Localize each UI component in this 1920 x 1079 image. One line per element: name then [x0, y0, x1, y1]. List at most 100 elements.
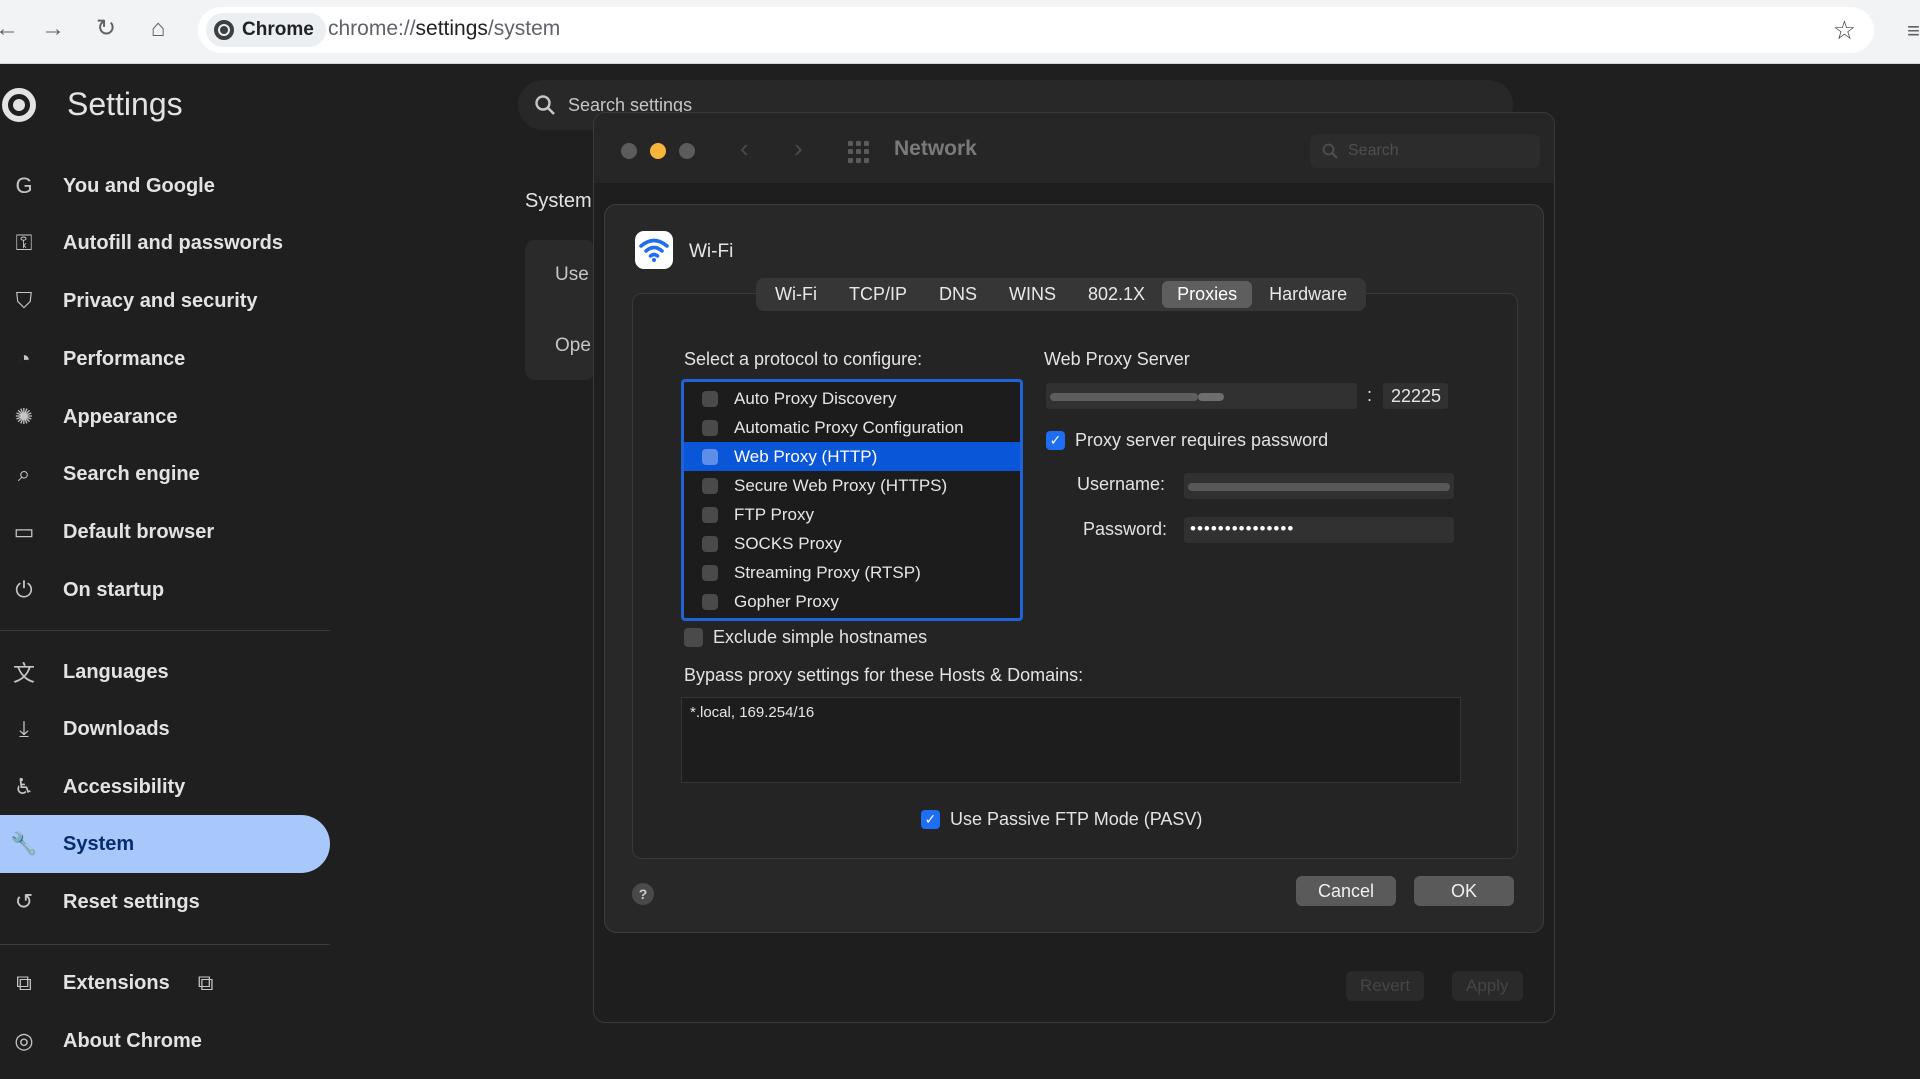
sidebar-item-languages[interactable]: 文 Languages — [0, 643, 330, 701]
protocol-label: Streaming Proxy (RTSP) — [734, 562, 921, 582]
exclude-simple-hostnames-checkbox[interactable]: Exclude simple hostnames — [684, 627, 927, 648]
url-text[interactable]: chrome://settings/system — [328, 17, 560, 41]
protocol-item[interactable]: Auto Proxy Discovery — [684, 384, 1020, 413]
card-row-1[interactable]: Ope — [555, 335, 591, 357]
sidebar-item-accessibility[interactable]: ♿ Accessibility — [0, 758, 330, 816]
password-mask: ••••••••••••••• — [1190, 519, 1295, 538]
open-in-new-icon[interactable]: ⧉ — [198, 970, 214, 996]
speedometer-icon: ◔ — [17, 346, 31, 371]
revert-button[interactable]: Revert — [1346, 971, 1425, 1001]
username-label: Username: — [1077, 474, 1166, 494]
forward-arrow-icon[interactable]: → — [38, 14, 68, 44]
protocol-checkbox[interactable] — [702, 448, 718, 465]
sidebar-item-privacy-and-security[interactable]: ⛉ Privacy and security — [0, 272, 330, 330]
tab-search-icon[interactable]: ≡ — [1907, 18, 1920, 44]
protocol-label: FTP Proxy — [734, 504, 814, 524]
protocol-checkbox[interactable] — [702, 593, 718, 610]
sidebar-item-reset-settings[interactable]: ↺ Reset settings — [0, 873, 330, 931]
redacted-server-address — [1050, 393, 1198, 401]
protocol-checkbox[interactable] — [702, 564, 718, 581]
tab-proxies[interactable]: Proxies — [1162, 281, 1253, 308]
password-field[interactable]: ••••••••••••••• — [1184, 517, 1454, 543]
home-icon[interactable]: ⌂ — [143, 14, 173, 44]
sidebar-item-downloads[interactable]: ⤓ Downloads — [0, 700, 330, 758]
protocol-checkbox[interactable] — [702, 390, 718, 407]
sidebar-item-autofill-and-passwords[interactable]: ⚿ Autofill and passwords — [0, 214, 330, 272]
cancel-button[interactable]: Cancel — [1296, 876, 1396, 906]
tab-dns[interactable]: DNS — [924, 281, 992, 308]
accessibility-icon: ♿ — [14, 774, 34, 799]
shield-icon: ⛉ — [15, 288, 33, 313]
protocol-item[interactable]: Secure Web Proxy (HTTPS) — [684, 471, 1020, 500]
google-icon: G — [15, 173, 33, 198]
sidebar-item-default-browser[interactable]: ▭ Default browser — [0, 503, 330, 561]
apply-button[interactable]: Apply — [1452, 971, 1523, 1001]
sidebar-item-you-and-google[interactable]: G You and Google — [0, 157, 330, 215]
protocol-checkbox[interactable] — [702, 506, 718, 523]
ok-button[interactable]: OK — [1414, 876, 1514, 906]
protocol-label: Gopher Proxy — [734, 591, 839, 611]
help-button[interactable]: ? — [632, 883, 654, 905]
sidebar-item-label: System — [63, 832, 135, 855]
card-row-0[interactable]: Use — [555, 264, 589, 286]
key-icon: ⚿ — [15, 230, 33, 255]
tab-tcp-ip[interactable]: TCP/IP — [834, 281, 922, 308]
back-arrow-icon[interactable]: ← — [0, 14, 22, 44]
protocol-list[interactable]: Auto Proxy Discovery Automatic Proxy Conf… — [681, 379, 1023, 621]
protocol-checkbox[interactable] — [702, 535, 718, 552]
proxy-port-field[interactable]: 22225 — [1383, 383, 1448, 409]
show-all-grid-icon[interactable] — [848, 141, 870, 163]
bypass-hosts-textarea[interactable]: *.local, 169.254/16 — [681, 697, 1461, 783]
network-search-field[interactable]: Search — [1310, 134, 1540, 168]
protocol-item[interactable]: FTP Proxy — [684, 500, 1020, 529]
protocol-item[interactable]: Gopher Proxy — [684, 587, 1020, 616]
tab-hardware[interactable]: Hardware — [1254, 281, 1362, 308]
protocol-checkbox[interactable] — [702, 477, 718, 494]
checkmark-icon: ✓ — [921, 810, 940, 829]
sidebar-item-appearance[interactable]: ✺ Appearance — [0, 388, 330, 446]
back-chevron-icon[interactable]: ‹ — [740, 133, 749, 164]
sidebar-item-label: Downloads — [63, 717, 170, 740]
username-field[interactable] — [1184, 473, 1454, 499]
sidebar-divider — [0, 944, 330, 945]
protocol-checkbox[interactable] — [702, 419, 718, 436]
forward-chevron-icon[interactable]: › — [794, 133, 803, 164]
protocol-item[interactable]: SOCKS Proxy — [684, 529, 1020, 558]
bookmark-star-icon[interactable]: ☆ — [1833, 15, 1856, 46]
passive-ftp-checkbox[interactable]: ✓ Use Passive FTP Mode (PASV) — [921, 809, 1202, 830]
window-close-button[interactable] — [621, 143, 637, 159]
protocol-label: Web Proxy (HTTP) — [734, 446, 878, 466]
site-info-chip[interactable]: Chrome — [206, 13, 326, 47]
address-bar[interactable]: Chrome chrome://settings/system ☆ — [198, 7, 1874, 53]
reload-icon[interactable]: ↻ — [91, 14, 121, 44]
sidebar-item-label: Reset settings — [63, 890, 200, 913]
sidebar-item-extensions[interactable]: ⧉ Extensions ⧉ — [0, 954, 330, 1012]
window-zoom-button[interactable] — [679, 143, 695, 159]
sidebar-item-label: Autofill and passwords — [63, 231, 284, 254]
proxy-server-field[interactable] — [1046, 383, 1357, 409]
wifi-icon — [635, 231, 673, 269]
exclude-simple-hostnames-label: Exclude simple hostnames — [713, 627, 928, 647]
requires-password-checkbox[interactable]: ✓ Proxy server requires password — [1046, 430, 1328, 451]
tab-wins[interactable]: WINS — [994, 281, 1071, 308]
sidebar-item-about-chrome[interactable]: ◎ About Chrome — [0, 1012, 330, 1070]
sidebar-item-search-engine[interactable]: ⌕ Search engine — [0, 445, 330, 503]
proxies-sheet: Wi-Fi Wi-Fi TCP/IP DNS WINS 802.1X Proxies Har… — [604, 204, 1544, 933]
tab-802-1x[interactable]: 802.1X — [1073, 281, 1160, 308]
sidebar-item-label: Privacy and security — [63, 289, 258, 312]
puzzle-icon: ⧉ — [16, 970, 32, 995]
unchecked-box — [684, 628, 703, 647]
sidebar-item-performance[interactable]: ◔ Performance — [0, 330, 330, 388]
power-icon: ⏻ — [15, 577, 33, 602]
select-protocol-label: Select a protocol to configure: — [684, 349, 923, 369]
chrome-logo-icon — [214, 20, 234, 40]
sidebar-item-on-startup[interactable]: ⏻ On startup — [0, 561, 330, 619]
window-minimize-button[interactable] — [650, 143, 666, 159]
tab-wi-fi[interactable]: Wi-Fi — [760, 281, 832, 308]
protocol-item[interactable]: Streaming Proxy (RTSP) — [684, 558, 1020, 587]
sidebar-item-system[interactable]: 🔧 System — [0, 815, 330, 873]
sidebar-item-label: Search engine — [63, 462, 200, 485]
browser-toolbar: ← → ↻ ⌂ Chrome chrome://settings/system … — [0, 0, 1920, 64]
protocol-item[interactable]: Automatic Proxy Configuration — [684, 413, 1020, 442]
protocol-item[interactable]: Web Proxy (HTTP) — [684, 442, 1020, 471]
